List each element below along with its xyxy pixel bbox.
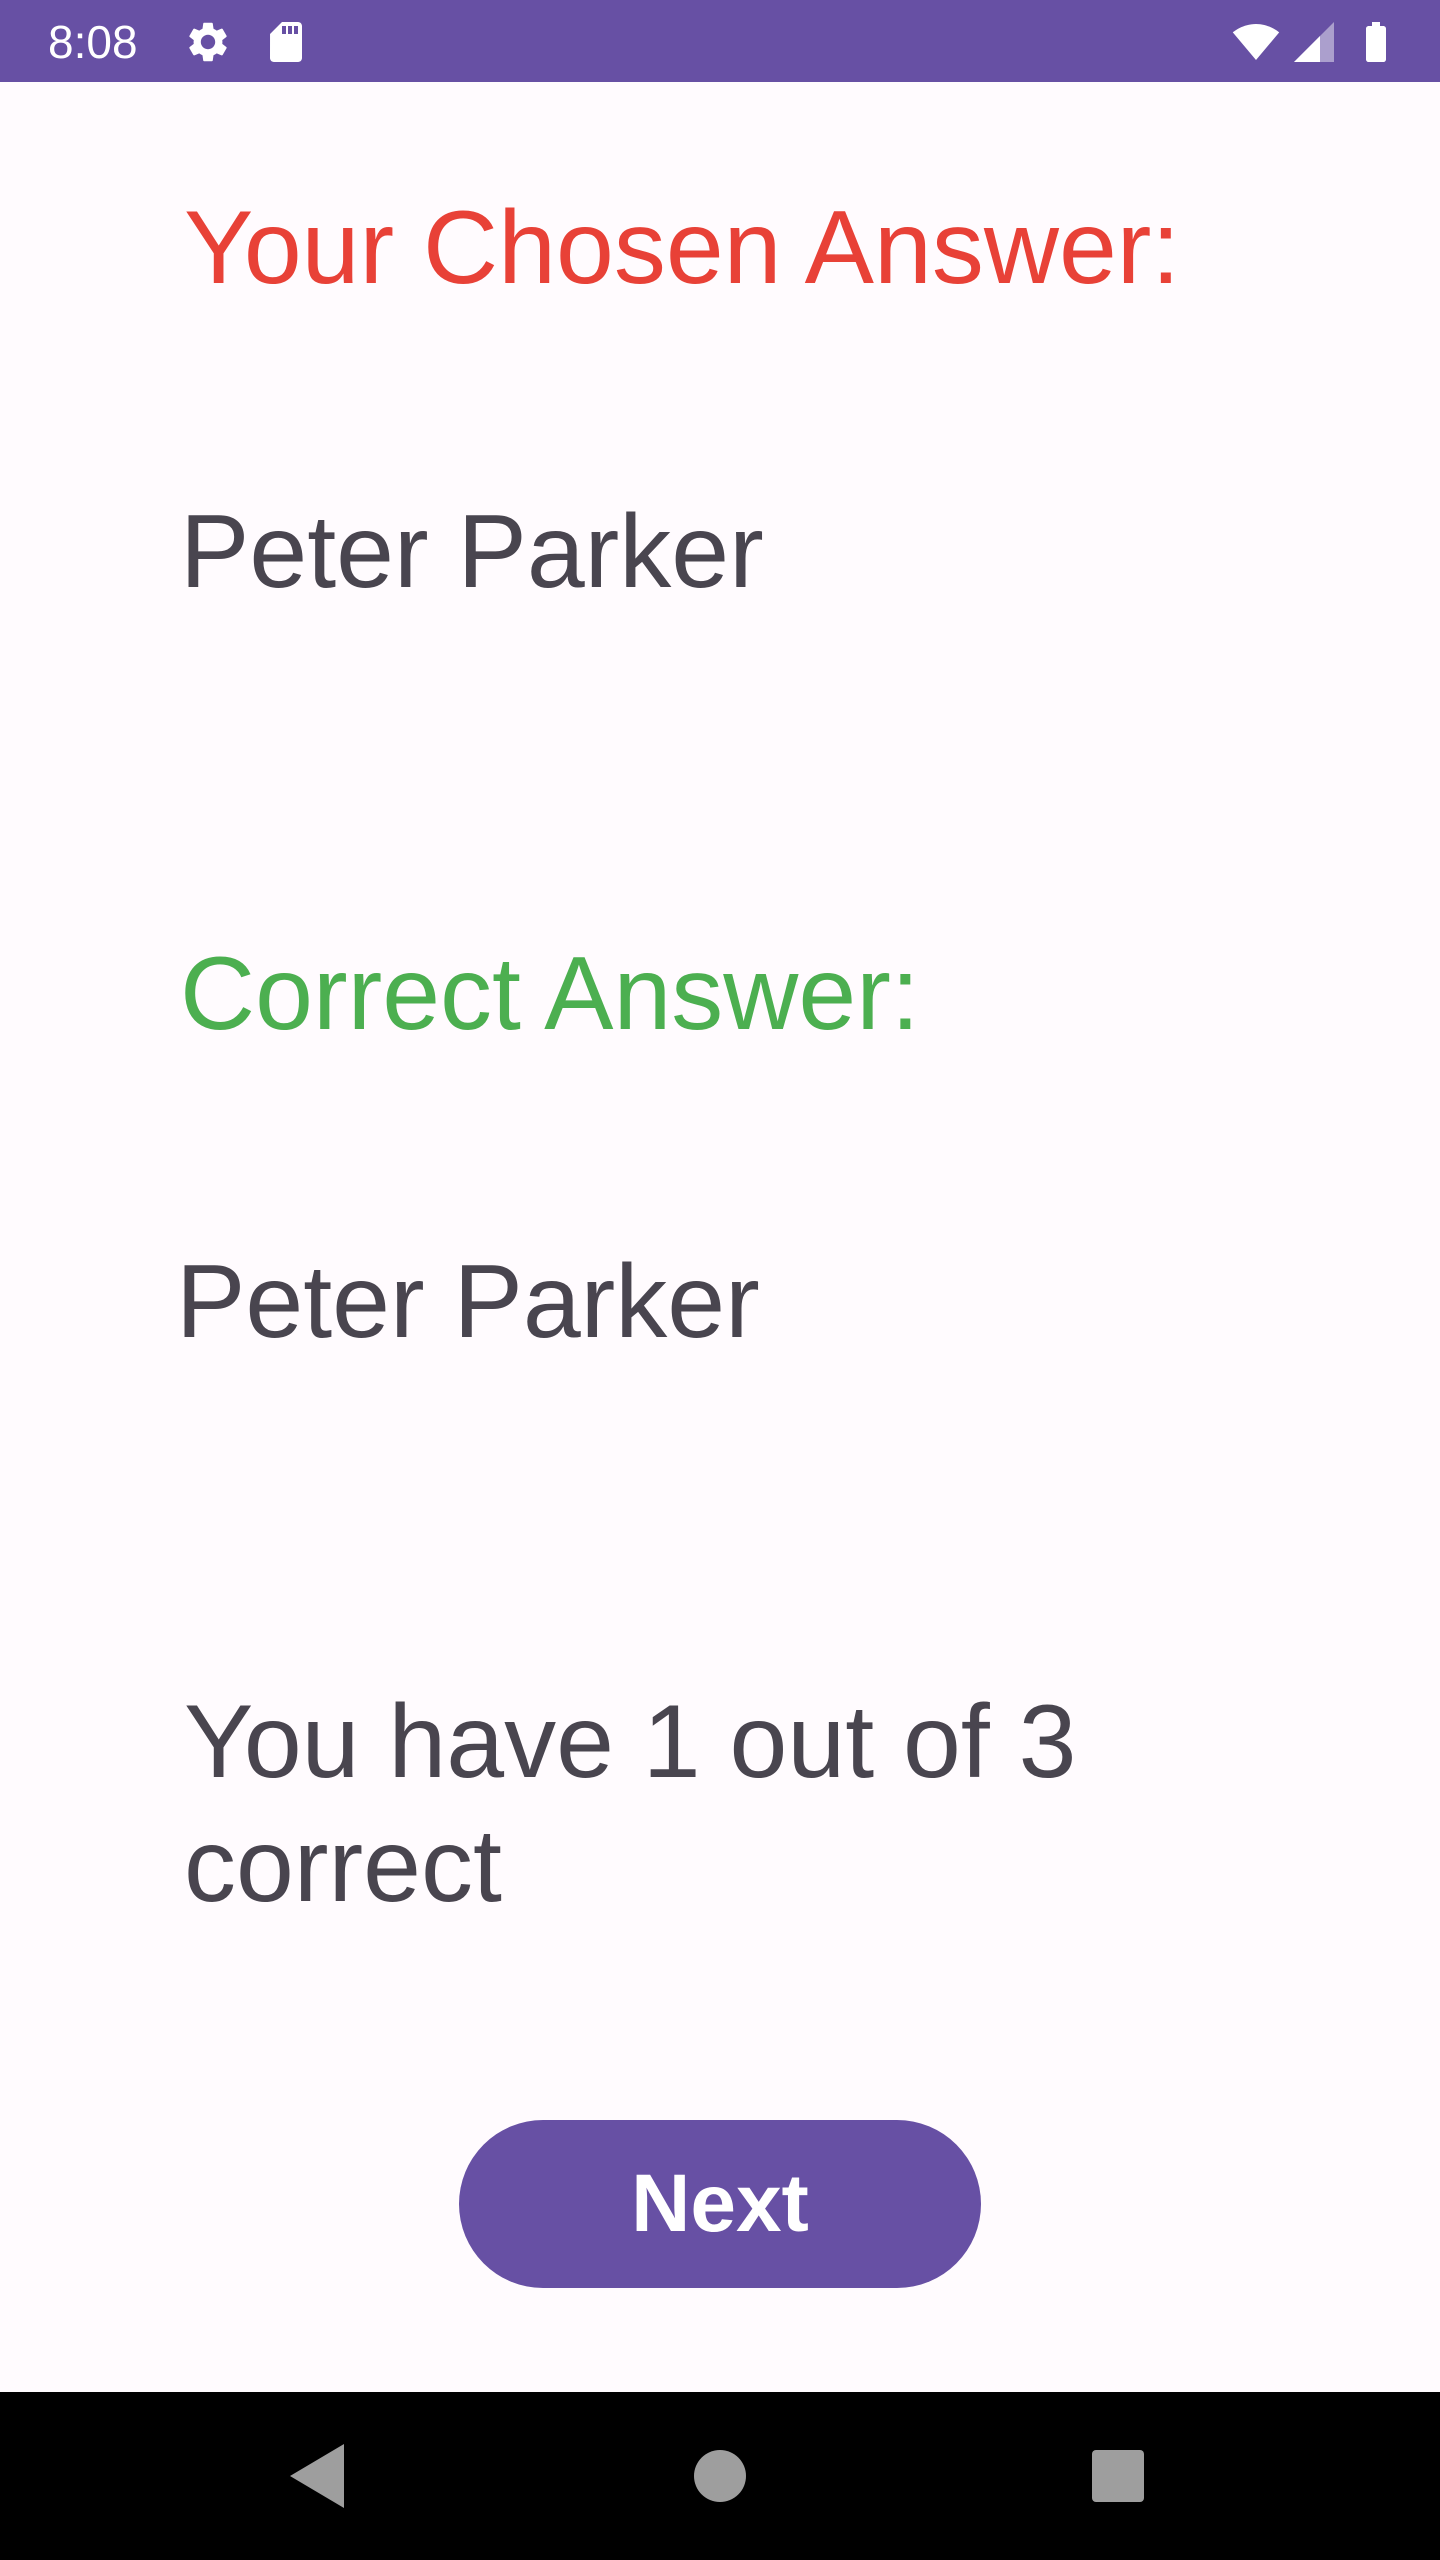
cell-signal-icon: [1290, 18, 1338, 66]
recent-apps-icon[interactable]: [1078, 2436, 1158, 2516]
chosen-answer-heading: Your Chosen Answer:: [184, 190, 1181, 306]
correct-answer-heading: Correct Answer:: [180, 936, 920, 1052]
next-button[interactable]: Next: [459, 2120, 981, 2288]
navigation-bar: [0, 2392, 1440, 2560]
status-time: 8:08: [48, 16, 138, 68]
chosen-answer-value: Peter Parker: [180, 494, 764, 610]
wifi-icon: [1228, 18, 1284, 66]
battery-icon: [1352, 18, 1400, 66]
quiz-result-screen: 8:08 Your Chosen Answer: Peter Parker Co…: [0, 0, 1440, 2560]
sd-card-icon: [262, 18, 310, 66]
home-icon[interactable]: [680, 2436, 760, 2516]
score-text: You have 1 out of 3 correct: [184, 1684, 1077, 1924]
back-icon[interactable]: [278, 2436, 358, 2516]
status-bar: 8:08: [0, 0, 1440, 82]
settings-icon: [184, 18, 232, 66]
correct-answer-value: Peter Parker: [176, 1244, 760, 1360]
